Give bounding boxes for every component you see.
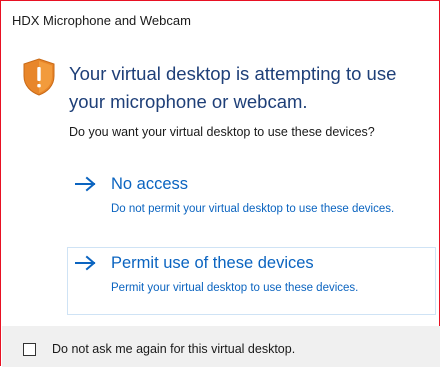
arrow-right-icon	[75, 176, 96, 192]
question-text: Do you want your virtual desktop to use …	[69, 125, 375, 139]
option-title: Permit use of these devices	[111, 254, 314, 272]
dialog-window: HDX Microphone and Webcam Your virtual d…	[0, 0, 440, 367]
permit-option[interactable]: Permit use of these devices Permit your …	[67, 247, 436, 315]
arrow-right-icon	[75, 255, 96, 271]
no-access-option[interactable]: No access Do not permit your virtual des…	[67, 168, 436, 238]
option-description: Permit your virtual desktop to use these…	[111, 282, 359, 294]
dont-ask-again-checkbox[interactable]	[23, 343, 36, 356]
option-description: Do not permit your virtual desktop to us…	[111, 203, 395, 215]
option-title: No access	[111, 175, 189, 193]
shield-warning-icon	[23, 58, 55, 96]
window-title: HDX Microphone and Webcam	[12, 13, 191, 28]
headline: Your virtual desktop is attempting to us…	[69, 63, 397, 112]
checkbox-label[interactable]: Do not ask me again for this virtual des…	[52, 342, 295, 356]
